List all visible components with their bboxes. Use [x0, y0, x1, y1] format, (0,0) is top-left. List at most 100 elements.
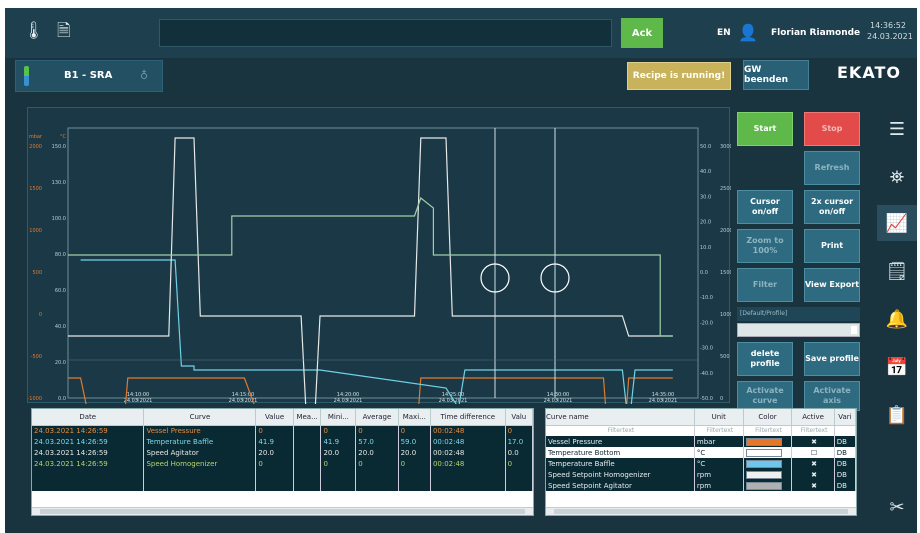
active-checkbox[interactable]: ✖	[791, 480, 835, 491]
status-indicator-icon	[24, 66, 29, 86]
table-cell: 24.03.2021 14:26:59	[32, 458, 145, 469]
language-selector[interactable]: EN	[717, 28, 731, 38]
curve-row[interactable]: Temperature Baffle °C ✖ DB	[546, 458, 856, 469]
dropdown-icon	[851, 326, 857, 334]
trend-icon[interactable]: 📈	[877, 205, 917, 241]
alarm-icon[interactable]: 🔔	[877, 301, 917, 337]
curve-row[interactable]: Vessel Pressure mbar ✖ DB	[546, 436, 856, 447]
column-header[interactable]: Date	[32, 409, 145, 426]
zoom-reset-button[interactable]: Zoom to 100%	[737, 229, 793, 263]
filter-input[interactable]: Filtertext	[743, 425, 793, 436]
horizontal-scrollbar[interactable]	[32, 507, 533, 515]
x-tick-date: 24.03.2021	[544, 398, 573, 404]
calendar-icon[interactable]: 📅	[877, 349, 917, 385]
x-tick-date: 24.03.2021	[124, 398, 153, 404]
axis-tick-label: -500	[31, 354, 42, 360]
profile-select[interactable]	[737, 323, 860, 337]
station-selector[interactable]: B1 - SRA ♁	[15, 60, 163, 92]
table-cell	[320, 469, 357, 480]
column-header[interactable]: Color	[743, 409, 793, 426]
table-cell	[293, 425, 322, 436]
activate-curve-button[interactable]: Activate curve	[737, 381, 793, 411]
report-icon[interactable]: 🗒	[877, 253, 917, 289]
user-icon[interactable]: 👤	[738, 23, 758, 42]
axis-tick-label: -30.0	[700, 346, 713, 352]
axis-tick-label: -40.0	[700, 371, 713, 377]
column-header[interactable]: Curve	[143, 409, 257, 426]
start-button[interactable]: Start	[737, 112, 793, 146]
column-header[interactable]: Unit	[694, 409, 744, 426]
curve-unit: °C	[694, 447, 744, 458]
table-row[interactable]: 24.03.2021 14:26:59 Speed Agitator 20.0 20.…	[32, 447, 533, 458]
column-header[interactable]: Time difference	[430, 409, 506, 426]
trend-chart-svg[interactable]: mbar 2000 1500 1000 500 0 -500 -1000 °C 150.0 130.…	[28, 108, 731, 404]
double-cursor-toggle-button[interactable]: 2x cursor on/off	[804, 190, 860, 224]
column-header[interactable]: Vari	[834, 409, 856, 426]
color-swatch[interactable]	[745, 481, 782, 490]
chart-controls: Start Stop Refresh Cursor on/off 2x curs…	[732, 107, 868, 411]
column-header[interactable]: Valu	[505, 409, 533, 426]
color-swatch[interactable]	[745, 470, 782, 479]
table-cell	[293, 458, 322, 469]
color-swatch[interactable]	[745, 437, 782, 446]
curve-list-table[interactable]: Curve name Unit Color Active Vari Filtertext…	[545, 408, 857, 516]
refresh-button[interactable]: Refresh	[804, 151, 860, 185]
column-header[interactable]: Maxi...	[398, 409, 431, 426]
message-field	[159, 19, 612, 47]
axis-tick-label: -20.0	[700, 320, 713, 326]
color-swatch[interactable]	[745, 448, 782, 457]
curve-row[interactable]: Speed Setpoint Agitator rpm ✖ DB	[546, 480, 856, 491]
curve-color[interactable]	[743, 458, 793, 469]
settings-document-icon[interactable]: 📋	[877, 397, 917, 433]
active-checkbox[interactable]: ✖	[791, 469, 835, 480]
clock: 14:36:52 24.03.2021	[867, 20, 913, 42]
curve-color[interactable]	[743, 480, 793, 491]
server-icon[interactable]: ☰	[877, 111, 917, 147]
color-swatch[interactable]	[745, 459, 782, 468]
column-header[interactable]: Curve name	[546, 409, 695, 426]
active-checkbox[interactable]: ✖	[791, 436, 835, 447]
gw-end-button[interactable]: GW beenden	[743, 60, 809, 90]
axis-tick-label: 30.0	[700, 194, 711, 200]
cursor-values-table[interactable]: Date Curve Value Mea... Mini... Average Maxi..…	[31, 408, 534, 516]
table-row[interactable]: 24.03.2021 14:26:59 Vessel Pressure 0 0 0 0 00…	[32, 425, 533, 436]
stop-button[interactable]: Stop	[804, 112, 860, 146]
horizontal-scrollbar[interactable]	[546, 507, 856, 515]
column-header[interactable]: Mea...	[293, 409, 322, 426]
table-row[interactable]: 24.03.2021 14:26:59 Speed Homogenizer 0 0 0 0…	[32, 458, 533, 469]
table-cell: 24.03.2021 14:26:59	[32, 425, 145, 436]
axis-tick-label: 130.0	[52, 180, 66, 186]
curve-color[interactable]	[743, 436, 793, 447]
tools-icon[interactable]: ✂	[877, 489, 917, 525]
curve-color[interactable]	[743, 469, 793, 480]
curve-row[interactable]: Temperature Bottom °C ☐ DB	[546, 447, 856, 458]
curve-row[interactable]: Speed Setpoint Homogenizer rpm ✖ DB	[546, 469, 856, 480]
save-profile-button[interactable]: Save profile	[804, 342, 860, 376]
curve-color[interactable]	[743, 447, 793, 458]
print-button[interactable]: Print	[804, 229, 860, 263]
trend-chart[interactable]: mbar 2000 1500 1000 500 0 -500 -1000 °C 150.0 130.…	[27, 107, 731, 404]
valve-icon[interactable]: ⛯	[877, 159, 917, 195]
sidebar: ☰ ⛯ 📈 🗒 🔔 📅 📋 ✂	[877, 103, 917, 533]
column-header[interactable]: Value	[255, 409, 294, 426]
axis-tick-label: 1000	[720, 312, 731, 318]
filter-input[interactable]: Filtertext	[694, 425, 744, 436]
delete-profile-button[interactable]: delete profile	[737, 342, 793, 376]
recipe-running-button[interactable]: Recipe is running!	[627, 62, 731, 90]
column-header[interactable]: Mini...	[320, 409, 357, 426]
active-checkbox[interactable]: ✖	[791, 458, 835, 469]
view-export-button[interactable]: View Export	[804, 268, 860, 302]
column-header[interactable]: Active	[791, 409, 835, 426]
filter-input[interactable]: Filtertext	[791, 425, 835, 436]
filter-input[interactable]	[834, 425, 856, 436]
filter-button[interactable]: Filter	[737, 268, 793, 302]
ack-button[interactable]: Ack	[621, 18, 663, 48]
table-row[interactable]: 24.03.2021 14:26:59 Temperature Baffle 41.…	[32, 436, 533, 447]
column-header[interactable]: Average	[355, 409, 399, 426]
active-checkbox[interactable]: ☐	[791, 447, 835, 458]
document-icon[interactable]: 🗎	[57, 22, 71, 40]
pipette-icon[interactable]: 🌡	[23, 22, 45, 40]
cursor-toggle-button[interactable]: Cursor on/off	[737, 190, 793, 224]
activate-axis-button[interactable]: Activate axis	[804, 381, 860, 411]
filter-input[interactable]: Filtertext	[546, 425, 695, 436]
